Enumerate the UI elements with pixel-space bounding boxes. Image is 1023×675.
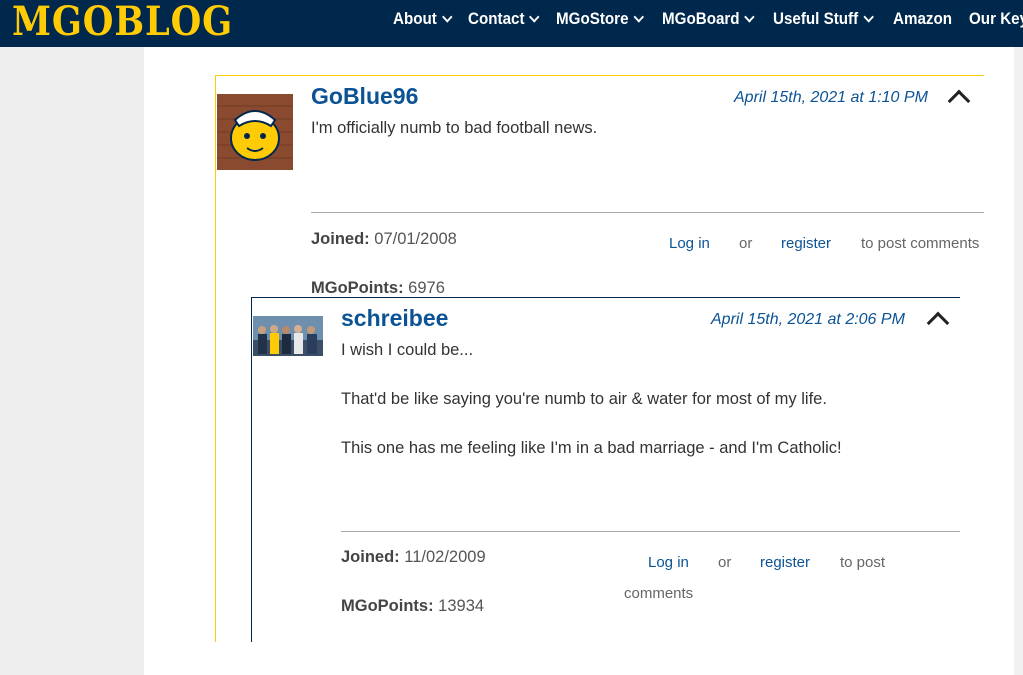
- nav-useful-stuff-label: Useful Stuff: [773, 9, 859, 28]
- login-link[interactable]: Log in: [648, 554, 689, 571]
- chevron-down-icon: [744, 11, 755, 23]
- points-value: 13934: [438, 597, 485, 615]
- comment-date[interactable]: April 15th, 2021 at 2:06 PM: [711, 311, 905, 329]
- nav-about[interactable]: About: [393, 9, 453, 29]
- points-info: MGoPoints: 13934: [341, 597, 484, 616]
- chevron-down-icon: [633, 11, 644, 23]
- nav-contact[interactable]: Contact: [467, 9, 540, 29]
- chevron-down-icon: [529, 11, 540, 23]
- comment-body: I'm officially numb to bad football news…: [311, 119, 598, 137]
- scrollbar[interactable]: [1014, 47, 1023, 675]
- nav-mgostore-label: MGoStore: [556, 9, 629, 28]
- nav-mgoboard[interactable]: MGoBoard: [661, 9, 755, 29]
- joined-label: Joined:: [341, 548, 400, 566]
- comment-author[interactable]: schreibee: [341, 305, 448, 332]
- wolverine-mascot-icon: [217, 94, 293, 170]
- joined-date: 07/01/2008: [374, 230, 457, 248]
- avatar: [217, 94, 293, 170]
- joined-label: Joined:: [311, 230, 370, 248]
- nav-contact-label: Contact: [467, 9, 525, 28]
- post-comments-text: to post: [840, 554, 886, 571]
- collapse-caret-icon[interactable]: [926, 311, 950, 335]
- chevron-down-icon: [863, 11, 874, 23]
- comment-paragraph: That'd be like saying you're numb to air…: [341, 390, 827, 408]
- points-value: 6976: [408, 279, 445, 297]
- points-label: MGoPoints:: [311, 279, 404, 297]
- avatar: [253, 316, 323, 356]
- nav-useful-stuff[interactable]: Useful Stuff: [773, 9, 874, 29]
- points-label: MGoPoints:: [341, 597, 434, 615]
- register-link[interactable]: register: [760, 554, 810, 571]
- or-text: or: [739, 235, 753, 252]
- post-comments-text: comments: [624, 585, 694, 602]
- nav-our-key[interactable]: Our Key: [969, 10, 1023, 29]
- points-info: MGoPoints: 6976: [311, 279, 445, 298]
- group-photo-icon: [253, 316, 323, 356]
- left-gutter: [0, 47, 144, 675]
- nav-amazon-label: Amazon: [892, 9, 952, 28]
- site-header: MGOBLOG About Contact MGoStore MGoBoard …: [0, 0, 1023, 47]
- nav-mgostore[interactable]: MGoStore: [556, 9, 644, 29]
- nav-mgoboard-label: MGoBoard: [661, 9, 740, 28]
- divider: [311, 212, 984, 213]
- joined-date: 11/02/2009: [404, 548, 486, 566]
- comment-paragraph: I wish I could be...: [341, 341, 474, 359]
- joined-info: Joined: 07/01/2008: [311, 230, 457, 249]
- nav-about-label: About: [393, 9, 437, 28]
- divider: [341, 531, 960, 532]
- comment-thread: GoBlue96 April 15th, 2021 at 1:10 PM I'm…: [144, 47, 1014, 675]
- comment-paragraph: This one has me feeling like I'm in a ba…: [341, 439, 842, 457]
- nav-our-key-label: Our Key: [969, 9, 1023, 28]
- joined-info: Joined: 11/02/2009: [341, 548, 486, 567]
- nav-amazon[interactable]: Amazon: [893, 10, 952, 29]
- collapse-caret-icon[interactable]: [947, 89, 971, 113]
- or-text: or: [718, 554, 732, 571]
- comment-author[interactable]: GoBlue96: [311, 83, 418, 110]
- login-link[interactable]: Log in: [669, 235, 710, 252]
- chevron-down-icon: [441, 11, 453, 23]
- register-link[interactable]: register: [781, 235, 831, 252]
- site-logo[interactable]: MGOBLOG: [12, 0, 233, 47]
- comment-reply: schreibee April 15th, 2021 at 2:06 PM I …: [251, 297, 960, 642]
- main-nav: About Contact MGoStore MGoBoard Useful S…: [393, 0, 1023, 38]
- post-comments-text: to post comments: [861, 235, 980, 252]
- comment-date[interactable]: April 15th, 2021 at 1:10 PM: [734, 89, 928, 107]
